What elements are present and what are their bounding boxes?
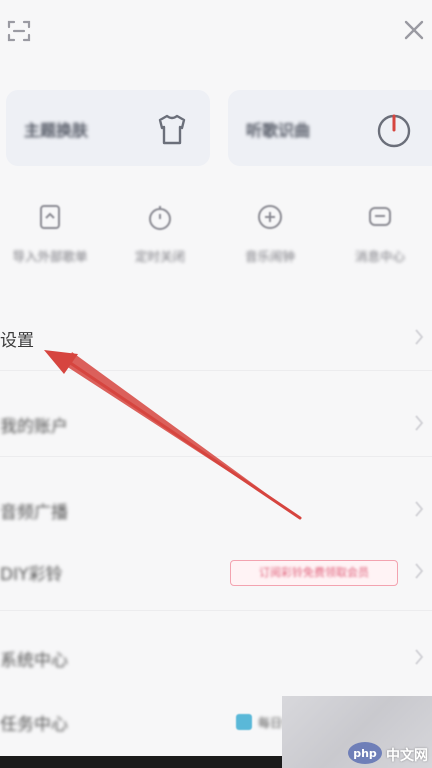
chevron-right-icon bbox=[415, 329, 424, 345]
menu-item-diy-ringtone[interactable]: DIY彩铃 订阅彩铃免费领取会员 bbox=[0, 546, 432, 596]
quick-action-timer[interactable]: 定时关闭 bbox=[112, 196, 208, 265]
quick-action-import-playlist[interactable]: 导入外部歌单 bbox=[2, 196, 98, 265]
divider bbox=[0, 370, 432, 371]
music-recognition-icon bbox=[377, 114, 411, 148]
chevron-right-icon bbox=[415, 501, 424, 517]
menu-item-label: 我的账户 bbox=[0, 417, 68, 437]
quick-action-alarm[interactable]: 音乐闹钟 bbox=[222, 196, 318, 265]
menu-item-label: DIY彩铃 bbox=[0, 565, 63, 585]
quick-action-message[interactable]: 消息中心 bbox=[332, 196, 428, 265]
quick-action-label: 音乐闹钟 bbox=[244, 249, 295, 264]
message-icon bbox=[369, 207, 391, 226]
theme-skin-label: 主题换肤 bbox=[24, 121, 89, 140]
import-playlist-icon bbox=[40, 205, 60, 229]
alarm-icon bbox=[258, 205, 282, 229]
php-logo-text: php bbox=[353, 747, 377, 760]
quick-action-label: 消息中心 bbox=[354, 249, 405, 264]
menu-item-label: 系统中心 bbox=[0, 651, 68, 671]
menu-item-label: 设置 bbox=[0, 331, 34, 351]
menu-item-audio-broadcast[interactable]: 音频广播 bbox=[0, 484, 432, 534]
music-recognition-card[interactable]: 听歌识曲 bbox=[228, 90, 432, 166]
chevron-right-icon bbox=[415, 563, 424, 579]
promo-badge-text: 订阅彩铃免费领取会员 bbox=[259, 566, 369, 579]
music-recognition-label: 听歌识曲 bbox=[246, 121, 311, 140]
menu-item-label: 任务中心 bbox=[0, 715, 68, 735]
promo-badge[interactable]: 订阅彩铃免费领取会员 bbox=[230, 560, 398, 586]
top-bar bbox=[0, 0, 432, 64]
tshirt-icon bbox=[158, 114, 186, 145]
task-square-icon bbox=[236, 714, 252, 730]
timer-icon bbox=[149, 206, 171, 230]
divider bbox=[0, 456, 432, 457]
quick-actions-row: 导入外部歌单 定时关闭 音乐闹钟 消息中心 bbox=[0, 196, 432, 276]
close-icon[interactable] bbox=[402, 18, 426, 42]
bottom-bar bbox=[0, 756, 282, 768]
theme-skin-card[interactable]: 主题换肤 bbox=[6, 90, 210, 166]
quick-action-label: 定时关闭 bbox=[134, 249, 185, 264]
menu-item-system-center[interactable]: 系统中心 bbox=[0, 632, 432, 682]
menu-item-settings[interactable]: 设置 bbox=[0, 312, 432, 362]
watermark-text: 中文网 bbox=[386, 748, 428, 764]
scan-icon[interactable] bbox=[6, 18, 32, 44]
menu-item-label: 音频广播 bbox=[0, 503, 68, 523]
quick-action-label: 导入外部歌单 bbox=[12, 249, 88, 264]
menu-item-my-account[interactable]: 我的账户 bbox=[0, 398, 432, 448]
php-logo: php bbox=[348, 742, 382, 764]
divider bbox=[0, 610, 432, 611]
chevron-right-icon bbox=[415, 649, 424, 665]
chevron-right-icon bbox=[415, 415, 424, 431]
